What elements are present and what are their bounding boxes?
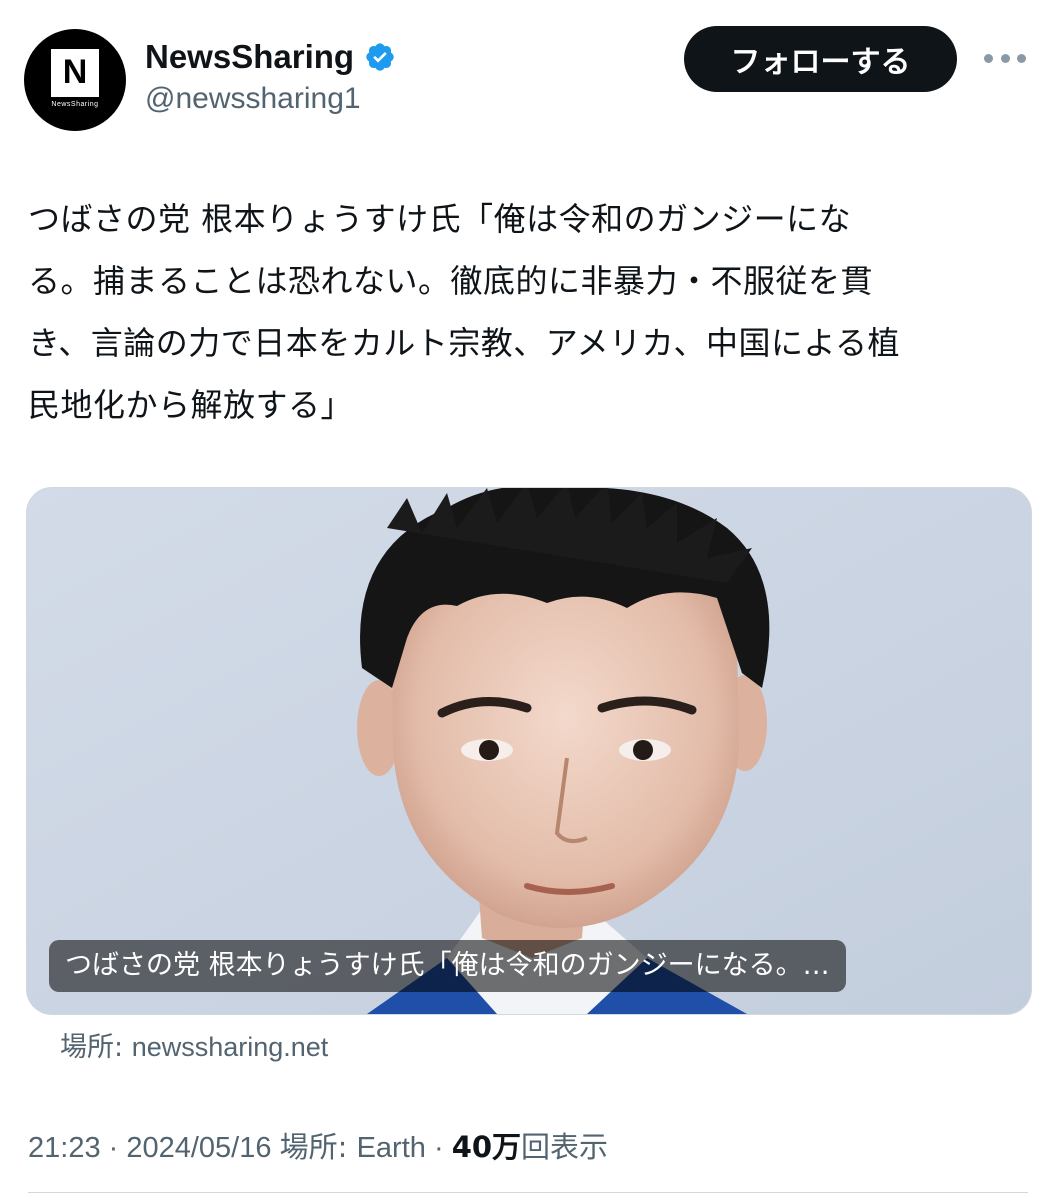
- more-dot: [1000, 53, 1010, 63]
- avatar-logo-letter: N: [51, 48, 99, 97]
- avatar-logo-caption: NewsSharing: [51, 100, 99, 108]
- tweet-location: Earth: [356, 1132, 426, 1164]
- tweet-text: つばさの党 根本りょうすけ氏「俺は令和のガンジーにな る。捕まることは恐れない。…: [28, 188, 1028, 436]
- card-title-overlay: つばさの党 根本りょうすけ氏「俺は令和のガンジーになる。…: [49, 940, 846, 992]
- tweet-time[interactable]: 21:23: [28, 1132, 101, 1164]
- tweet-detail: N NewsSharing NewsSharing @newssharing1 …: [0, 0, 1056, 1200]
- author-handle[interactable]: @newssharing1: [145, 82, 361, 116]
- avatar[interactable]: N NewsSharing: [24, 29, 126, 131]
- card-source-link[interactable]: 場所: newssharing.net: [60, 1025, 328, 1064]
- more-dot: [1017, 53, 1026, 63]
- verified-badge-icon: [364, 41, 396, 73]
- views-count: 40万: [451, 1130, 522, 1164]
- tweet-date[interactable]: 2024/05/16: [126, 1132, 271, 1164]
- tweet-text-line: る。捕まることは恐れない。徹底的に非暴力・不服従を貫: [28, 262, 874, 300]
- author-display-name[interactable]: NewsSharing: [145, 38, 354, 76]
- follow-button[interactable]: フォローする: [684, 26, 957, 92]
- meta-separator: ·: [425, 1132, 452, 1164]
- tweet-text-line: き、言論の力で日本をカルト宗教、アメリカ、中国による植: [28, 324, 901, 362]
- more-dot: [984, 53, 993, 63]
- card-source-prefix: 場所:: [60, 1032, 132, 1063]
- meta-separator: ·: [100, 1132, 127, 1164]
- tweet-text-line: つばさの党 根本りょうすけ氏「俺は令和のガンジーにな: [28, 200, 852, 238]
- link-card[interactable]: つばさの党 根本りょうすけ氏「俺は令和のガンジーになる。…: [26, 487, 1032, 1015]
- tweet-meta: 21:23 · 2024/05/16 場所: Earth · 40万回表示: [28, 1124, 608, 1166]
- views-label: 回表示: [521, 1130, 609, 1164]
- author-name-row[interactable]: NewsSharing: [145, 38, 396, 76]
- card-source-domain: newssharing.net: [131, 1032, 329, 1062]
- divider: [28, 1192, 1028, 1193]
- tweet-text-line: 民地化から解放する」: [28, 386, 354, 424]
- card-photo-portrait: [27, 488, 1031, 1014]
- more-horizontal-icon[interactable]: [984, 48, 1026, 68]
- location-prefix: 場所:: [279, 1130, 357, 1164]
